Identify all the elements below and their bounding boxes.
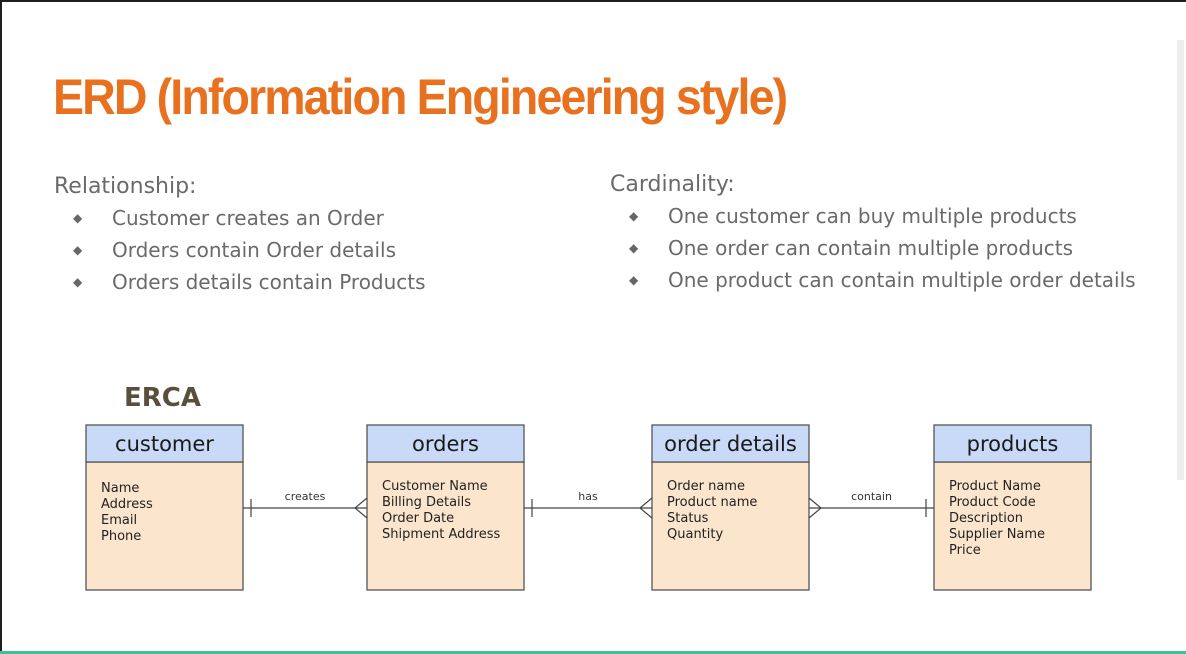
entity-title-products: products <box>967 432 1059 456</box>
entity-attribute: Address <box>101 497 153 512</box>
entity-attribute: Email <box>101 513 137 528</box>
entity-attribute: Supplier Name <box>949 527 1045 542</box>
relationship-label-creates: creates <box>285 490 326 503</box>
entity-attribute: Shipment Address <box>382 527 500 542</box>
entity-attribute: Order Date <box>382 511 454 526</box>
entity-title-orders: orders <box>412 432 479 456</box>
entity-attribute: Name <box>101 481 139 496</box>
entity-attribute: Customer Name <box>382 479 488 494</box>
entity-attribute: Product name <box>667 495 757 510</box>
relationship-label-has: has <box>578 490 598 503</box>
entity-attribute: Phone <box>101 529 141 544</box>
entity-attribute: Product Name <box>949 479 1041 494</box>
entity-title-customer: customer <box>115 432 214 456</box>
entity-attribute: Quantity <box>667 527 723 542</box>
entity-title-order-details: order details <box>664 432 797 456</box>
entity-attribute: Description <box>949 511 1023 526</box>
entity-attribute: Billing Details <box>382 495 471 510</box>
erd-diagram: customer NameAddressEmailPhone orders Custo… <box>85 424 1092 591</box>
relationship-label-contain: contain <box>851 490 892 503</box>
entity-attribute: Product Code <box>949 495 1036 510</box>
entity-attribute: Price <box>949 543 981 558</box>
entity-attribute: Order name <box>667 479 745 494</box>
entity-attribute: Status <box>667 511 709 526</box>
